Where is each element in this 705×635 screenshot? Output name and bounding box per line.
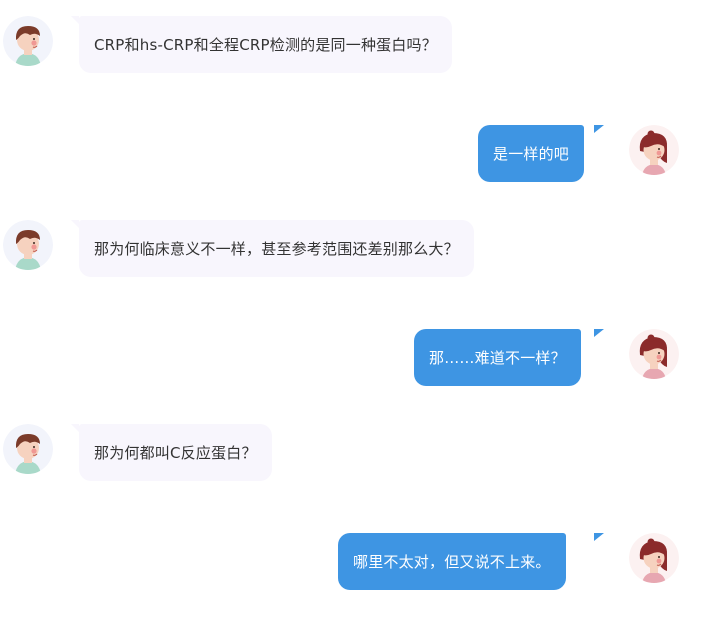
incoming-bubble-tail [71, 424, 79, 432]
girl-avatar-icon [629, 125, 679, 175]
boy-avatar-icon [3, 424, 53, 474]
message-text: 那……难道不一样？ [429, 349, 566, 367]
message-text: 哪里不太对，但又说不上来。 [353, 553, 551, 571]
boy-avatar-icon [3, 16, 53, 66]
message-bubble-outgoing: 是一样的吧 [478, 125, 585, 182]
incoming-bubble-tail [71, 220, 79, 228]
message-bubble-incoming: CRP和hs-CRP和全程CRP检测的是同一种蛋白吗？ [79, 16, 452, 73]
message-bubble-incoming: 那为何都叫C反应蛋白？ [79, 424, 272, 481]
girl-avatar-icon [629, 329, 679, 379]
outgoing-bubble-tail [594, 125, 604, 133]
message-text: 那为何都叫C反应蛋白？ [94, 444, 257, 462]
incoming-bubble-tail [71, 16, 79, 24]
outgoing-bubble-tail [594, 533, 604, 541]
message-text: 是一样的吧 [493, 145, 570, 163]
outgoing-bubble-tail [594, 329, 604, 337]
message-bubble-outgoing: 哪里不太对，但又说不上来。 [338, 533, 566, 590]
message-bubble-incoming: 那为何临床意义不一样，甚至参考范围还差别那么大？ [79, 220, 474, 277]
chat-conversation: CRP和hs-CRP和全程CRP检测的是同一种蛋白吗？ 是一样的吧 那为何临床意… [0, 0, 705, 635]
message-text: 那为何临床意义不一样，甚至参考范围还差别那么大？ [94, 240, 459, 258]
message-bubble-outgoing: 那……难道不一样？ [414, 329, 581, 386]
message-text: CRP和hs-CRP和全程CRP检测的是同一种蛋白吗？ [94, 36, 437, 54]
girl-avatar-icon [629, 533, 679, 583]
boy-avatar-icon [3, 220, 53, 270]
